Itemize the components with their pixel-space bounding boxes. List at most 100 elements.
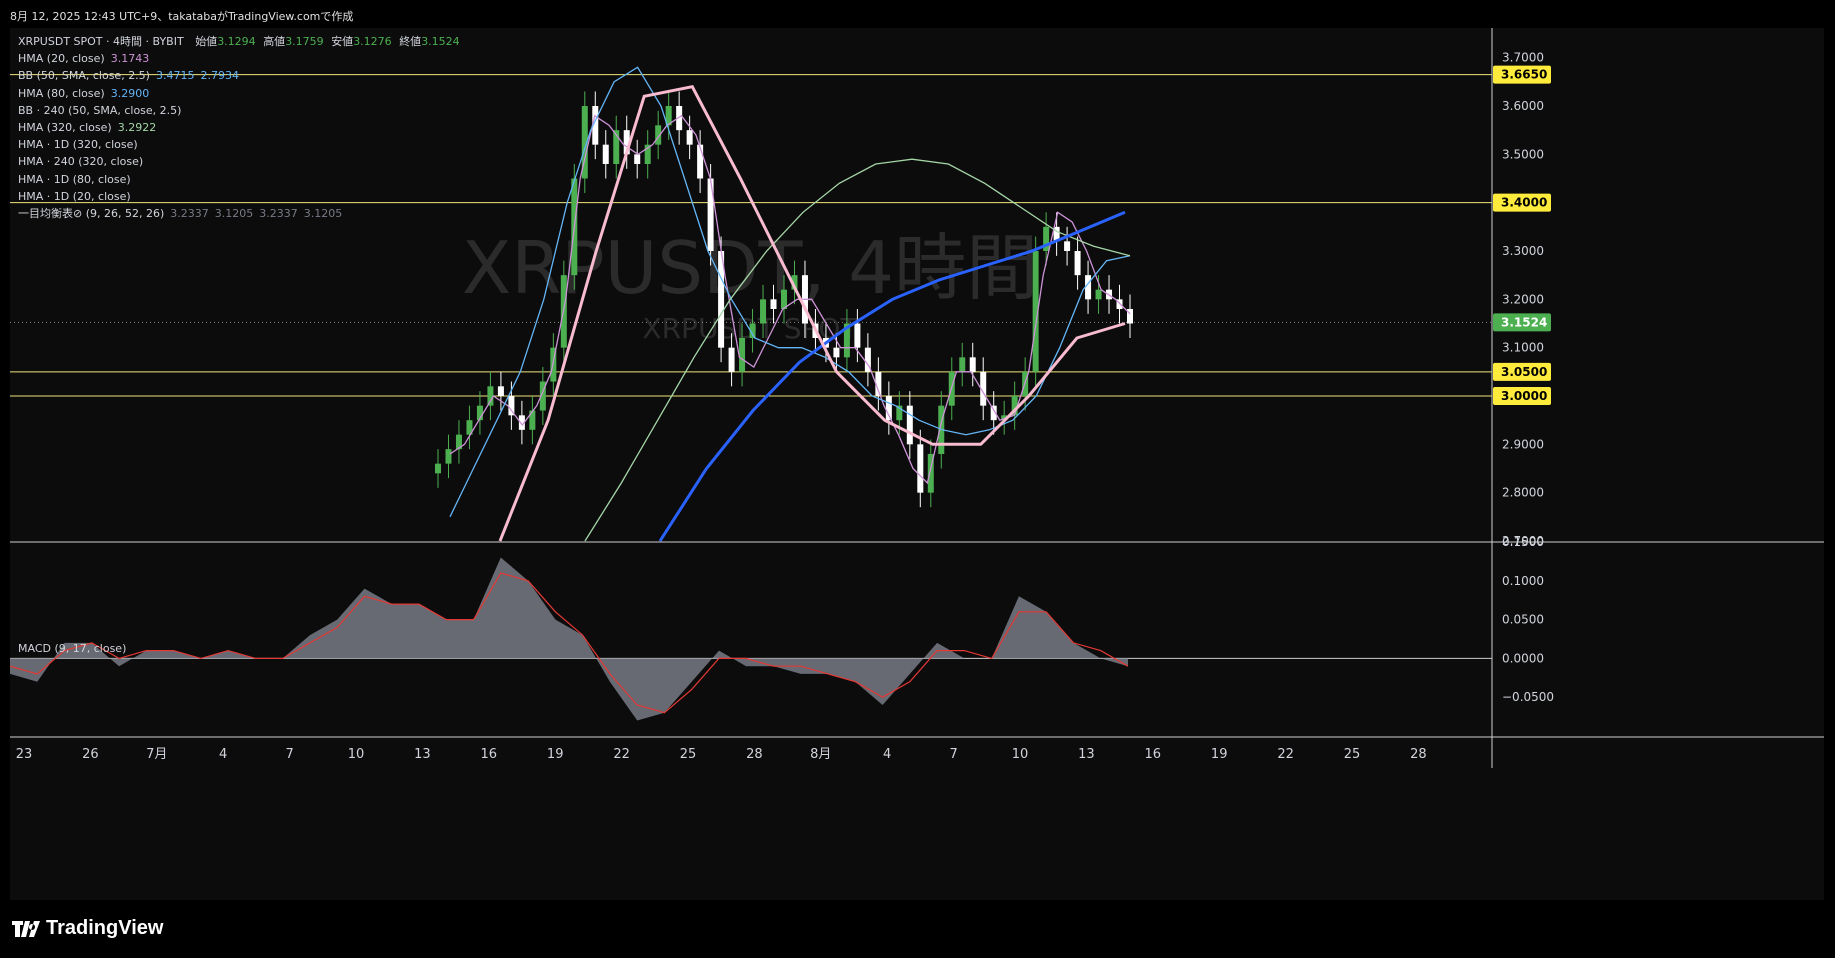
legend-symbol: XRPUSDT SPOT · 4時間 · BYBIT [18,35,184,48]
legend-row-value: 3.1205 [214,207,254,221]
time-tick-label: 13 [414,747,431,762]
candle-body [770,299,777,309]
legend-row[interactable]: 一目均衡表⊘ (9, 26, 52, 26) 3.2337 3.1205 3.2337… [18,205,460,222]
candle-body [833,347,840,358]
legend-row-label: HMA · 1D (320, close) [18,138,138,152]
legend-row-value: 3.2337 [170,207,209,221]
close-label: 終値 [399,35,422,48]
legend-row-label: HMA · 1D (20, close) [18,189,131,203]
price-label-text: 3.0500 [1501,365,1547,379]
header-text: 8月 12, 2025 12:43 UTC+9、takatabaがTrading… [10,10,354,23]
legend-row-value: 3.4715 [155,69,195,83]
candle-body [969,357,976,372]
legend-row-value: 3.1743 [110,52,150,66]
price-tick-label: 3.3000 [1502,244,1544,258]
candle-body [917,444,924,493]
legend-row-label: HMA (320, close) [18,121,112,135]
time-tick-label: 19 [1211,747,1228,762]
candle-body [760,299,767,324]
candle-body [707,178,714,251]
legend-row[interactable]: BB (50, SMA, close, 2.5) 3.4715 2.7934 [18,67,460,84]
legend-row[interactable]: HMA · 1D (320, close) [18,136,460,153]
price-label-text: 3.4000 [1501,196,1547,210]
time-tick-label: 7 [285,747,293,762]
legend-row-value: 3.2900 [110,86,150,100]
price-tick-label: 2.9000 [1502,437,1544,451]
time-tick-label: 25 [1344,747,1361,762]
macd-tick-label: 0.0000 [1502,651,1544,665]
legend-row-label: 一目均衡表⊘ (9, 26, 52, 26) [18,207,165,221]
macd-histogram-area [10,557,1128,721]
legend-row-label: HMA · 240 (320, close) [18,155,144,169]
candle-body [739,338,746,372]
time-tick-label: 23 [16,747,33,762]
candle-body [602,144,609,164]
price-tick-label: 3.2000 [1502,292,1544,306]
legend-row-value: 3.2922 [117,121,157,135]
time-tick-label: 10 [1012,747,1029,762]
low-value: 3.1276 [353,35,392,48]
time-tick-label: 26 [82,747,99,762]
macd-tick-label: 0.1000 [1502,574,1544,588]
legend-row-label: BB (50, SMA, close, 2.5) [18,69,150,83]
price-label-text: 3.0000 [1501,389,1547,403]
price-tick-label: 3.1000 [1502,341,1544,355]
legend-row-label: HMA (80, close) [18,86,105,100]
macd-tick-label: 0.1500 [1502,535,1544,549]
high-value: 3.1759 [285,35,324,48]
time-tick-label: 28 [746,747,763,762]
legend-row[interactable]: BB · 240 (50, SMA, close, 2.5) [18,102,460,119]
candle-body [854,323,861,348]
watermark-main: XRPUSDT, 4時間 [462,226,1038,310]
candle-body [435,463,441,474]
legend-row-value: 2.7934 [200,69,239,83]
legend-row-value: 3.2337 [259,207,298,221]
legend-row[interactable]: HMA (20, close) 3.1743 [18,50,460,67]
candle-body [1095,289,1102,300]
legend-row-label: HMA (20, close) [18,52,105,66]
candle-body [1085,275,1092,300]
tradingview-logo-icon [12,920,40,937]
candle-body [906,405,913,445]
legend-row[interactable]: HMA · 1D (20, close) [18,188,460,205]
legend-row-value: 3.1205 [303,207,343,221]
close-value: 3.1524 [421,35,460,48]
macd-tick-label: −0.0500 [1502,690,1554,704]
high-label: 高値 [263,35,286,48]
legend-row-label: HMA · 1D (80, close) [18,172,131,186]
legend-row[interactable]: HMA · 1D (80, close) [18,171,460,188]
time-tick-label: 8月 [810,747,831,762]
time-tick-label: 25 [680,747,697,762]
candle-body [959,357,966,372]
candle-body [686,130,693,145]
time-tick-label: 7 [949,747,957,762]
legend-row[interactable]: HMA (80, close) 3.2900 [18,85,460,102]
time-tick-label: 10 [348,747,365,762]
candle-body [1064,241,1071,251]
macd-label: MACD (9, 17, close) [18,642,127,655]
tradingview-logo[interactable]: TradingView [12,917,163,940]
tradingview-logo-text: TradingView [46,917,164,939]
price-tick-label: 3.5000 [1502,147,1544,161]
price-tick-label: 3.7000 [1502,51,1544,65]
time-tick-label: 22 [613,747,630,762]
candle-body [697,144,704,179]
time-tick-label: 22 [1277,747,1294,762]
legend-row[interactable]: HMA (320, close) 3.2922 [18,119,460,136]
time-tick-label: 7月 [146,747,167,762]
time-tick-label: 4 [219,747,227,762]
legend-row-label: BB · 240 (50, SMA, close, 2.5) [18,103,182,117]
candle-body [1074,251,1081,276]
candle-body [634,154,641,164]
legend-row[interactable]: HMA · 240 (320, close) [18,153,460,170]
price-tick-label: 2.8000 [1502,486,1544,500]
chart-legend: XRPUSDT SPOT · 4時間 · BYBIT 始値3.1294 高値3.… [18,33,460,222]
time-tick-label: 16 [1145,747,1162,762]
legend-indicator-rows: HMA (20, close) 3.1743 BB (50, SMA, close,… [18,50,460,222]
legend-symbol-row: XRPUSDT SPOT · 4時間 · BYBIT 始値3.1294 高値3.… [18,33,460,50]
open-label: 始値 [195,35,218,48]
time-tick-label: 4 [883,747,891,762]
time-tick-label: 28 [1410,747,1427,762]
time-tick-label: 16 [481,747,498,762]
low-label: 安値 [331,35,354,48]
